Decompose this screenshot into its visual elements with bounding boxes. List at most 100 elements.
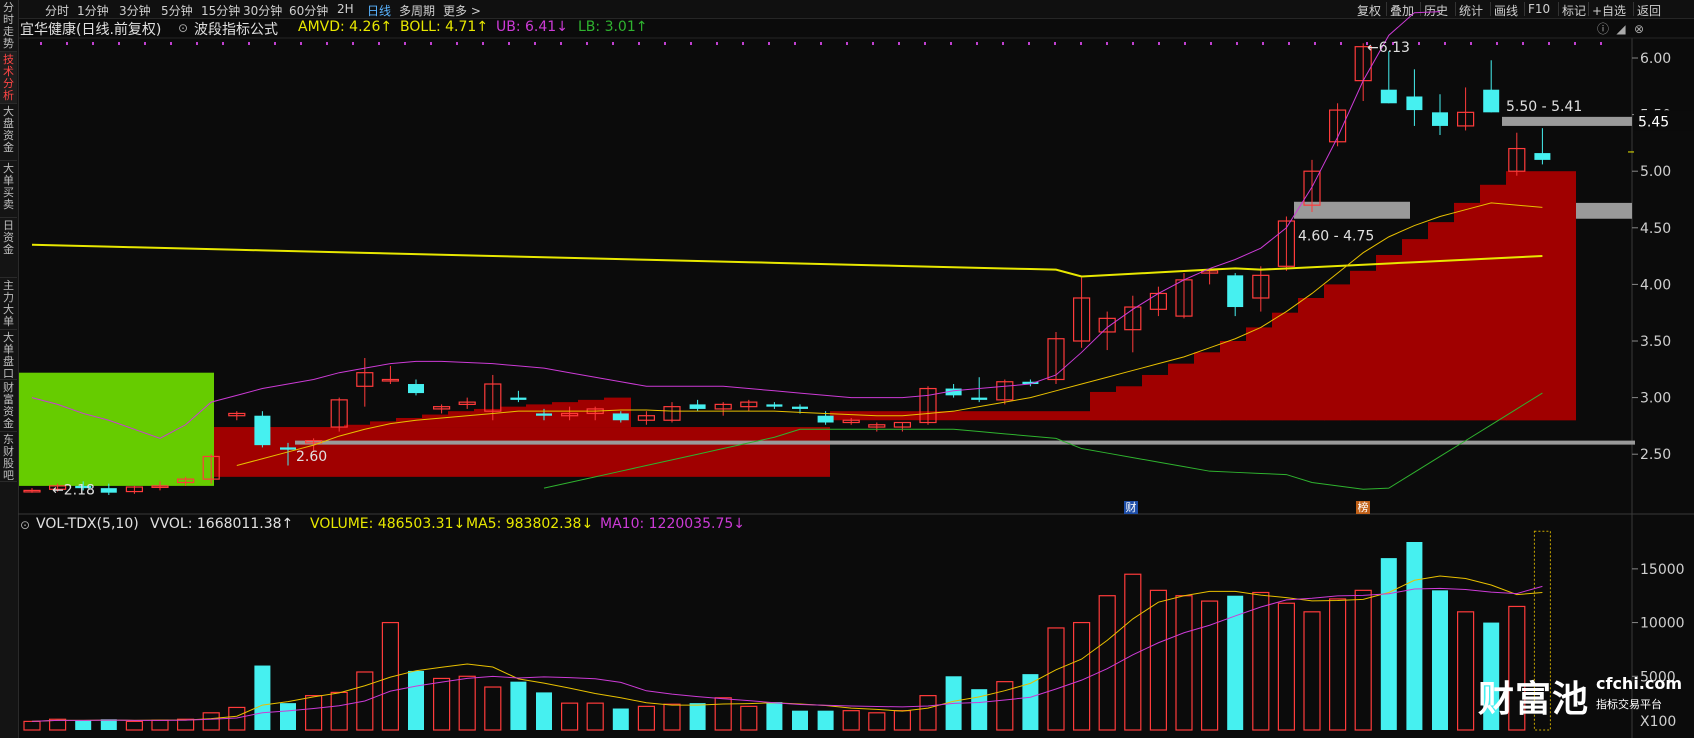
candle-body: [689, 404, 706, 409]
grid-dot: [248, 42, 250, 45]
grid-dot: [92, 42, 94, 45]
volume-bar: [1354, 589, 1372, 731]
volume-bar: [254, 665, 271, 730]
volume-bar: [586, 702, 604, 731]
support-label: 2.60: [296, 449, 327, 465]
volume-bar: [1252, 591, 1270, 731]
volume-bar: [1200, 600, 1219, 731]
volume-bar: [663, 703, 681, 731]
green-zone: [19, 372, 214, 486]
volume-bar: [1277, 602, 1296, 731]
volume-bar: [202, 712, 220, 731]
red-step-left: [552, 402, 579, 428]
volume-bar: [280, 703, 296, 730]
price-tick-label: 3.50: [1640, 334, 1671, 350]
volume-tick-label: 10000: [1640, 616, 1685, 632]
candle-body: [766, 404, 783, 407]
volume-bar: [893, 710, 912, 731]
volume-bar: [637, 705, 656, 731]
red-step-right: [1168, 363, 1195, 421]
grid-dot: [1106, 42, 1108, 45]
grid-dot: [1444, 42, 1446, 45]
grid-dot: [1002, 42, 1004, 45]
volume-bar: [484, 686, 502, 731]
volume-bar: [433, 677, 451, 731]
grid-dot: [1054, 42, 1056, 45]
zone-upper-label: 5.50 - 5.41: [1506, 99, 1582, 115]
grid-dot: [482, 42, 484, 45]
candle-body: [612, 413, 629, 421]
marker-bang: 榜: [1358, 500, 1369, 514]
candle-body: [1227, 275, 1244, 308]
red-step-right: [1116, 386, 1143, 421]
candle-body: [536, 413, 552, 416]
red-step-left: [448, 411, 475, 428]
candle-body: [1483, 89, 1500, 113]
price-tick-label: 2.50: [1640, 447, 1671, 463]
volume-bar: [1380, 558, 1397, 730]
grid-dot: [1314, 42, 1316, 45]
red-step-left: [500, 406, 527, 428]
volume-bar: [1303, 611, 1321, 731]
grid-dot: [1080, 42, 1082, 45]
volume-bar: [1022, 674, 1039, 730]
red-step-right: [1194, 352, 1221, 421]
grid-dot: [716, 42, 718, 45]
volume-bar: [868, 712, 886, 731]
zone-mid-bar-right: [1576, 202, 1632, 219]
grid-dot: [872, 42, 874, 45]
candle-body: [280, 447, 296, 450]
grid-dot: [1340, 42, 1342, 45]
grid-dot: [534, 42, 536, 45]
grid-dot: [1158, 42, 1160, 45]
grid-dot: [638, 42, 640, 45]
grid-dot: [820, 42, 822, 45]
grid-dot: [508, 42, 510, 45]
grid-dot: [404, 42, 406, 45]
zone-upper-bar: [1502, 116, 1632, 126]
volume-bar: [510, 681, 527, 730]
grid-dot: [144, 42, 146, 45]
grid-dot: [222, 42, 224, 45]
volume-bar: [100, 719, 117, 730]
candle-body: [254, 415, 271, 446]
red-step-right: [1324, 284, 1351, 421]
grid-dot: [1470, 42, 1472, 45]
volume-bar: [1047, 627, 1065, 731]
volume-bar: [177, 718, 195, 731]
red-step-right: [1350, 270, 1377, 421]
grid-dot: [768, 42, 770, 45]
grid-dot: [560, 42, 562, 45]
grid-dot: [1132, 42, 1134, 45]
high-label: ←6.13: [1367, 40, 1410, 56]
watermark-brand: 财富池: [1478, 679, 1590, 720]
stock-chart[interactable]: 6.005.505.004.504.003.503.002.5015000100…: [0, 0, 1694, 738]
grid-dot: [274, 42, 276, 45]
candle-body: [100, 488, 117, 493]
volume-bar: [1406, 542, 1423, 730]
price-tick-label: 4.50: [1640, 221, 1671, 237]
red-step-right: [1142, 374, 1169, 421]
grid-dot: [742, 42, 744, 45]
volume-bar: [1328, 598, 1347, 731]
volume-bar: [330, 691, 348, 731]
grid-dot: [326, 42, 328, 45]
grid-dot: [430, 42, 432, 45]
grid-dot: [1236, 42, 1238, 45]
volume-bar: [612, 708, 629, 730]
volume-bar: [842, 710, 860, 731]
grid-dot: [586, 42, 588, 45]
grid-dot: [950, 42, 952, 45]
candle-body: [408, 384, 424, 394]
volume-bar: [23, 720, 41, 731]
grid-dot: [1600, 42, 1602, 45]
watermark-site: cfchi.com: [1596, 674, 1683, 693]
marker-cai: 财: [1126, 500, 1137, 514]
boll-mid-line: [31, 243, 1543, 278]
red-step-right: [1220, 341, 1247, 421]
candle-body: [817, 415, 834, 423]
red-step-left: [370, 421, 397, 428]
watermark-logo: 财富池 cfchi.com 指标交易平台: [1478, 670, 1682, 720]
volume-bar: [714, 697, 732, 731]
support-line: [295, 440, 1635, 445]
